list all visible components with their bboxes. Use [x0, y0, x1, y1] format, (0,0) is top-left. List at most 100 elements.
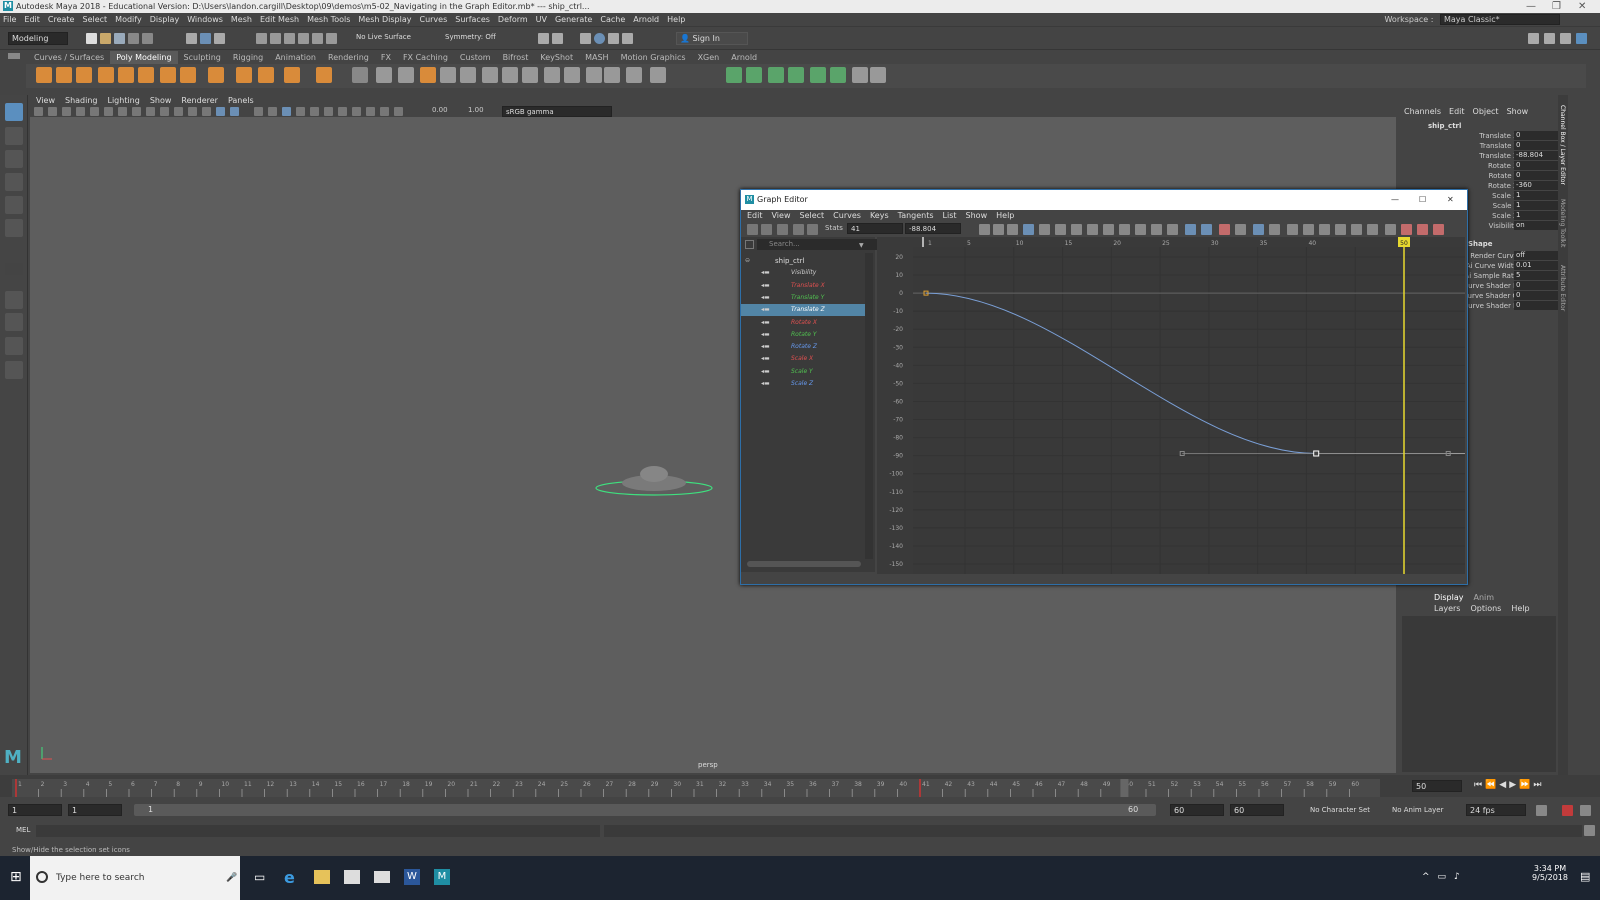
- menu-surfaces[interactable]: Surfaces: [455, 15, 490, 24]
- layer-tab-display[interactable]: Display: [1434, 593, 1464, 602]
- file-explorer-icon[interactable]: [314, 870, 330, 884]
- snap-grid-icon[interactable]: [256, 33, 267, 44]
- viewport-tool-icon[interactable]: [62, 107, 71, 116]
- viewport-tool-icon[interactable]: [254, 107, 263, 116]
- viewport-tool-icon[interactable]: [380, 107, 389, 116]
- viewport-tool-icon[interactable]: [188, 107, 197, 116]
- shelf-tab-custom[interactable]: Custom: [454, 51, 497, 64]
- tool-settings-toggle-icon[interactable]: [1560, 33, 1571, 44]
- viewport-tool-icon[interactable]: [296, 107, 305, 116]
- move-tool-icon[interactable]: [5, 173, 23, 191]
- combine-icon[interactable]: [352, 67, 368, 83]
- channel-value[interactable]: 0.01: [1514, 261, 1560, 270]
- viewport-tool-icon[interactable]: [352, 107, 361, 116]
- superellipse-icon[interactable]: [258, 67, 274, 83]
- curve-visibility-icon[interactable]: ◂▬: [761, 317, 770, 329]
- loop-icon[interactable]: [1536, 805, 1547, 816]
- graph-editor-menu-edit[interactable]: Edit: [747, 211, 763, 220]
- curve-visibility-icon[interactable]: ◂▬: [761, 304, 770, 316]
- edge-icon[interactable]: e: [284, 868, 300, 887]
- menu-deform[interactable]: Deform: [498, 15, 528, 24]
- viewport-tool-icon[interactable]: [48, 107, 57, 116]
- modeling-toolkit-toggle-icon[interactable]: [1528, 33, 1539, 44]
- graph-editor-menu-list[interactable]: List: [943, 211, 957, 220]
- menu-display[interactable]: Display: [150, 15, 180, 24]
- shelf-tab-curves-surfaces[interactable]: Curves / Surfaces: [28, 51, 110, 64]
- select-object-icon[interactable]: [200, 33, 211, 44]
- viewport-menu-shading[interactable]: Shading: [65, 96, 98, 105]
- playback-controls[interactable]: ⏮⏪◀▶⏩⏭: [1474, 780, 1544, 790]
- graph-canvas[interactable]: 20 10 0 -10 -20 -30 -40 -50 -60 -70 -80 -90 -100 -110…: [877, 237, 1465, 574]
- shelf-tab-animation[interactable]: Animation: [269, 51, 322, 64]
- snap-curve-icon[interactable]: [270, 33, 281, 44]
- anim-layer-dropdown[interactable]: No Anim Layer: [1392, 806, 1443, 814]
- select-tool-icon[interactable]: [5, 103, 23, 121]
- auto-key-icon[interactable]: [1562, 805, 1573, 816]
- outliner-item-rotate-x[interactable]: ◂▬ Rotate X: [741, 317, 867, 329]
- channel-value[interactable]: 5: [1514, 271, 1560, 280]
- shelf-tab-mash[interactable]: MASH: [579, 51, 614, 64]
- snap-projected-icon[interactable]: [298, 33, 309, 44]
- filter-icon[interactable]: [745, 240, 754, 249]
- exposure-field[interactable]: 0.00: [432, 106, 448, 114]
- cut-uv-icon[interactable]: [810, 67, 826, 83]
- curve-visibility-icon[interactable]: ◂▬: [761, 280, 770, 292]
- ipr-render-icon[interactable]: [552, 33, 563, 44]
- time-snap-icon[interactable]: [1287, 224, 1298, 235]
- channel-value[interactable]: 0: [1514, 161, 1560, 170]
- dope-sheet-icon[interactable]: [1385, 224, 1396, 235]
- channel-translate-y[interactable]: Translate Y0: [1420, 141, 1560, 151]
- pipe-icon[interactable]: [208, 67, 224, 83]
- menu-file[interactable]: File: [3, 15, 16, 24]
- channel-value[interactable]: 1: [1514, 201, 1560, 210]
- workspace-selector[interactable]: Workspace : Maya Classic*: [1384, 13, 1560, 27]
- bevel-icon[interactable]: [522, 67, 538, 83]
- viewport-tool-icon[interactable]: [104, 107, 113, 116]
- extract-icon[interactable]: [398, 67, 414, 83]
- live-surface-label[interactable]: No Live Surface: [356, 33, 411, 41]
- separate-icon[interactable]: [376, 67, 392, 83]
- range-slider[interactable]: 1 60: [134, 804, 1156, 816]
- script-editor-icon[interactable]: [1584, 825, 1595, 836]
- snap-view-icon[interactable]: [326, 33, 337, 44]
- break-tangents-icon[interactable]: [1151, 224, 1162, 235]
- viewport-tool-icon[interactable]: [160, 107, 169, 116]
- attribute-editor-toggle-icon[interactable]: [1544, 33, 1555, 44]
- auto-tangent-icon[interactable]: [1039, 224, 1050, 235]
- shelf-tab-arnold[interactable]: Arnold: [725, 51, 763, 64]
- curve-visibility-icon[interactable]: ◂▬: [761, 267, 770, 279]
- channel-value[interactable]: -360: [1514, 181, 1560, 190]
- lock-tangent-weight-icon[interactable]: [1201, 224, 1212, 235]
- maya-taskbar-icon[interactable]: M: [434, 869, 450, 885]
- graph-editor-menu-tangents[interactable]: Tangents: [898, 211, 934, 220]
- channel-box-tab-channels[interactable]: Channels: [1404, 107, 1441, 116]
- character-set-dropdown[interactable]: No Character Set: [1310, 806, 1370, 814]
- paint-select-tool-icon[interactable]: [5, 150, 23, 168]
- render-view-icon[interactable]: [608, 33, 619, 44]
- bridge-icon[interactable]: [482, 67, 498, 83]
- minimize-icon[interactable]: —: [1526, 0, 1536, 13]
- viewport-tool-icon[interactable]: [310, 107, 319, 116]
- redo-icon[interactable]: [142, 33, 153, 44]
- plane-icon[interactable]: [138, 67, 154, 83]
- store-icon[interactable]: [344, 870, 360, 884]
- menu-generate[interactable]: Generate: [555, 15, 592, 24]
- normalize-curves-icon[interactable]: [1319, 224, 1330, 235]
- menu-edit-mesh[interactable]: Edit Mesh: [260, 15, 299, 24]
- platonic-icon[interactable]: [180, 67, 196, 83]
- viewport-menu-panels[interactable]: Panels: [228, 96, 254, 105]
- auto-load-icon[interactable]: [1253, 224, 1264, 235]
- outliner-item-scale-z[interactable]: ◂▬ Scale Z: [741, 378, 867, 390]
- layer-list[interactable]: [1402, 616, 1556, 772]
- viewport-tool-icon[interactable]: [216, 107, 225, 116]
- hypershade-icon[interactable]: [594, 33, 605, 44]
- helix-icon[interactable]: [236, 67, 252, 83]
- disc-icon[interactable]: [160, 67, 176, 83]
- side-tab-modeling-toolkit[interactable]: Modeling Toolkit: [1559, 199, 1566, 247]
- lattice-deform-icon[interactable]: [777, 224, 788, 235]
- smooth-icon[interactable]: [420, 67, 436, 83]
- swap-buffer-curve-icon[interactable]: [1235, 224, 1246, 235]
- append-icon[interactable]: [626, 67, 642, 83]
- symmetry-label[interactable]: Symmetry: Off: [445, 33, 496, 41]
- clamped-tangent-icon[interactable]: [1071, 224, 1082, 235]
